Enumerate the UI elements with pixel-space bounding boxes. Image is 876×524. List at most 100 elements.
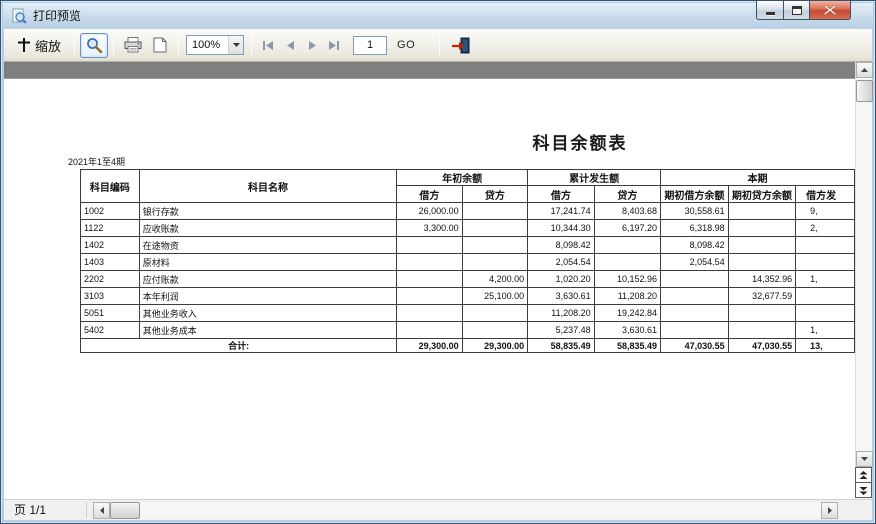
header-debit: 借方	[528, 186, 594, 203]
scroll-up-button[interactable]	[856, 62, 873, 78]
first-page-button[interactable]	[257, 34, 279, 56]
cell-period-debit-partial	[796, 305, 855, 322]
exit-door-icon	[451, 37, 470, 54]
horizontal-scroll-thumb[interactable]	[110, 502, 140, 519]
cell-opening-debit: 6,318.98	[661, 220, 729, 237]
exit-button[interactable]	[445, 33, 475, 58]
scroll-down-button[interactable]	[856, 451, 873, 467]
cell-yearbegin-credit	[462, 322, 528, 339]
preview-area: 科目余额表 2021年1至4期 科目编码 科目名称 年初余额 累计发生额	[4, 62, 872, 499]
cell-account-name: 原材料	[139, 254, 396, 271]
toolbar-separator	[251, 34, 252, 56]
cell-period-debit-partial: 1,	[796, 322, 855, 339]
cell-cumulative-credit: 10,152.96	[594, 271, 660, 288]
cell-opening-credit: 32,677.59	[728, 288, 796, 305]
cell-period-debit-partial	[796, 237, 855, 254]
cell-cumulative-credit	[594, 237, 660, 254]
cell-opening-debit: 2,054.54	[661, 254, 729, 271]
next-page-jump-button[interactable]	[855, 482, 872, 498]
double-arrow-up-icon	[859, 471, 868, 480]
cell-yearbegin-debit	[397, 305, 463, 322]
header-current-period-group: 本期	[661, 170, 855, 186]
table-row: 5051其他业务收入11,208.2019,242.84	[81, 305, 855, 322]
zoom-mode-button[interactable]: 缩放	[10, 33, 69, 58]
page-number-input[interactable]	[353, 36, 387, 55]
previous-page-jump-button[interactable]	[855, 467, 872, 483]
go-button[interactable]: GO	[397, 39, 415, 51]
page-setup-button[interactable]	[147, 33, 173, 58]
titlebar: 打印预览	[3, 3, 873, 29]
cell-cumulative-credit	[594, 254, 660, 271]
maximize-icon	[792, 6, 802, 15]
cell-yearbegin-credit: 4,200.00	[462, 271, 528, 288]
close-button[interactable]	[810, 1, 851, 20]
magnifier-button[interactable]	[80, 33, 108, 58]
total-cell-period-debit-partial: 13,	[796, 339, 855, 353]
printer-icon	[124, 37, 142, 53]
toolbar-separator	[74, 34, 75, 56]
cell-account-code: 1403	[81, 254, 140, 271]
previous-page-icon	[286, 41, 295, 50]
cell-cumulative-debit: 1,020.20	[528, 271, 594, 288]
total-cell-cumulative-credit: 58,835.49	[594, 339, 660, 353]
maximize-button[interactable]	[783, 1, 810, 20]
table-row: 3103本年利润25,100.003,630.6111,208.2032,677…	[81, 288, 855, 305]
cell-opening-credit	[728, 305, 796, 322]
cell-opening-debit	[661, 322, 729, 339]
cell-account-name: 应收账款	[139, 220, 396, 237]
combo-dropdown-arrow[interactable]	[228, 36, 243, 54]
print-preview-window: 打印预览 缩放	[0, 0, 876, 524]
cell-account-code: 2202	[81, 271, 140, 288]
cell-account-name: 应付账款	[139, 271, 396, 288]
cell-opening-debit: 30,558.61	[661, 203, 729, 220]
horizontal-scrollbar[interactable]	[93, 502, 838, 519]
total-cell-yearbegin-credit: 29,300.00	[462, 339, 528, 353]
next-page-button[interactable]	[301, 34, 323, 56]
vertical-scrollbar[interactable]	[855, 62, 872, 467]
header-account-name: 科目名称	[139, 170, 396, 203]
cell-account-name: 其他业务收入	[139, 305, 396, 322]
table-row: 5402其他业务成本5,237.483,630.611,	[81, 322, 855, 339]
cell-opening-debit: 8,098.42	[661, 237, 729, 254]
double-arrow-down-icon	[859, 486, 868, 495]
arrow-up-icon	[861, 68, 868, 72]
next-page-icon	[308, 41, 317, 50]
total-cell-yearbegin-debit: 29,300.00	[397, 339, 463, 353]
cell-cumulative-debit: 17,241.74	[528, 203, 594, 220]
zoom-percent-select[interactable]: 100%	[186, 35, 244, 55]
zoom-percent-value: 100%	[187, 39, 228, 51]
print-preview-app-icon	[11, 8, 27, 24]
page-indicator: 页 1/1	[14, 500, 46, 521]
cell-cumulative-debit: 8,098.42	[528, 237, 594, 254]
toolbar-separator	[439, 34, 440, 56]
minimize-button[interactable]	[756, 1, 783, 20]
scroll-right-button[interactable]	[821, 502, 838, 519]
cell-opening-credit: 14,352.96	[728, 271, 796, 288]
previous-page-button[interactable]	[279, 34, 301, 56]
magnifier-icon	[86, 37, 103, 54]
cell-yearbegin-debit: 3,300.00	[397, 220, 463, 237]
cell-cumulative-debit: 11,208.20	[528, 305, 594, 322]
last-page-icon	[328, 41, 340, 50]
header-period-debit-partial: 借方发	[796, 186, 855, 203]
scroll-left-button[interactable]	[93, 502, 110, 519]
print-button[interactable]	[119, 33, 147, 58]
table-row: 1402在途物资8,098.428,098.42	[81, 237, 855, 254]
cell-opening-credit	[728, 254, 796, 271]
header-credit: 贷方	[462, 186, 528, 203]
cell-yearbegin-debit	[397, 237, 463, 254]
cell-cumulative-credit: 19,242.84	[594, 305, 660, 322]
header-opening-debit-balance: 期初借方余额	[661, 186, 729, 203]
toolbar-separator	[113, 34, 114, 56]
last-page-button[interactable]	[323, 34, 345, 56]
cell-cumulative-credit: 6,197.20	[594, 220, 660, 237]
report-title: 科目余额表	[480, 129, 680, 154]
cell-period-debit-partial	[796, 288, 855, 305]
cell-period-debit-partial: 2,	[796, 220, 855, 237]
zoom-button-label: 缩放	[35, 36, 61, 55]
total-cell-opening-debit: 47,030.55	[661, 339, 729, 353]
cell-opening-debit	[661, 288, 729, 305]
cell-cumulative-credit: 11,208.20	[594, 288, 660, 305]
table-row: 1002银行存款26,000.0017,241.748,403.6830,558…	[81, 203, 855, 220]
vertical-scroll-thumb[interactable]	[856, 80, 873, 102]
